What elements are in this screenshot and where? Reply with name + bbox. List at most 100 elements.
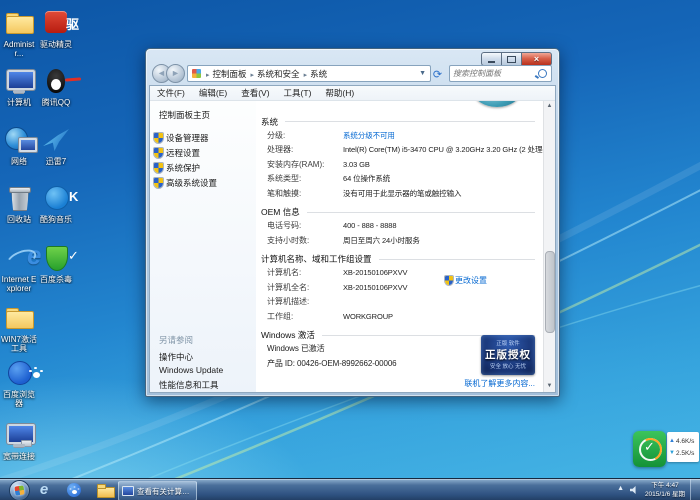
desktop-icon-label: 网络 (1, 157, 37, 166)
info-label: 计算机描述: (267, 296, 343, 307)
info-label: 笔和触摸: (267, 188, 343, 199)
sidebar-task[interactable]: 远程设置 (150, 145, 256, 160)
scrollbar[interactable]: ▲ ▼ (543, 101, 555, 392)
info-row: 工作组: WORKGROUP (261, 309, 539, 324)
section-activation: Windows 激活 Windows 已激活 产品 ID: 00426-OEM-… (261, 329, 539, 371)
refresh-icon[interactable] (430, 65, 445, 80)
info-row: 计算机名: XB-20150106PXVV (261, 266, 539, 281)
info-label: 电话号码: (267, 220, 343, 231)
sidebar-task[interactable]: 系统保护 (150, 160, 256, 175)
desktop-icon[interactable]: 回收站 (1, 183, 37, 224)
info-row: 笔和触摸: 没有可用于此显示器的笔或触控输入 (261, 186, 539, 201)
speed-widget[interactable]: ✓ ▲4.6K/s ▼2.5K/s (633, 431, 699, 467)
see-also-link[interactable]: 操作中心 (159, 351, 223, 365)
desktop-icon[interactable]: 百度浏览器 (1, 358, 37, 408)
address-bar[interactable]: 控制面板系统和安全系统 ▼ (187, 65, 431, 82)
info-row: 计算机描述: (261, 295, 539, 310)
search-input[interactable] (450, 69, 538, 78)
desktop-icon-label: 宽带连接 (1, 452, 37, 461)
desktop-icon[interactable]: 酷狗音乐 (38, 183, 74, 224)
desktop-icon-glyph (2, 183, 36, 213)
tray-clock[interactable]: 下午 4:47 2015/1/6 星期二 (642, 481, 688, 500)
show-desktop-button[interactable] (690, 479, 700, 500)
breadcrumb-item[interactable]: 控制面板 (204, 68, 249, 80)
breadcrumb-item[interactable]: 系统和安全 (249, 68, 302, 80)
tray-time: 下午 4:47 (642, 481, 688, 490)
taskbar-window-button[interactable]: 查看有关计算机的基... (118, 481, 197, 500)
taskbar-app-icon[interactable] (64, 481, 84, 499)
desktop-icon-glyph (2, 125, 36, 155)
info-label: 计算机全名: (267, 282, 343, 293)
section-title: 计算机名称、域和工作组设置 (261, 253, 539, 266)
desktop-icon[interactable]: 迅雷7 (38, 125, 74, 166)
sidebar-task[interactable]: 设备管理器 (150, 130, 256, 145)
breadcrumb-item[interactable]: 系统 (302, 68, 330, 80)
taskbar-app-icon[interactable] (34, 481, 54, 499)
tray-date: 2015/1/6 星期二 (642, 490, 688, 500)
genuine-badge: 正版 软件 正版授权 安全 放心 无忧 (481, 335, 535, 375)
address-dropdown-icon[interactable]: ▼ (417, 70, 428, 77)
menu-item[interactable]: 工具(T) (277, 87, 319, 99)
info-value: Intel(R) Core(TM) i5-3470 CPU @ 3.20GHz … (343, 144, 543, 155)
info-value: XB-20150106PXVV (343, 283, 407, 292)
control-panel-icon (192, 69, 201, 78)
content-pane: 系统 分级: 系统分级不可用 处理器: Intel(R) Core(TM) i5… (257, 101, 543, 392)
taskbar: 查看有关计算机的基... ▲ 下午 4:47 2015/1/6 星期二 (0, 478, 700, 500)
menu-item[interactable]: 帮助(H) (318, 87, 361, 99)
taskbar-app-icon[interactable] (95, 481, 115, 499)
security-check-icon[interactable]: ✓ (633, 431, 666, 467)
search-box (449, 65, 552, 82)
desktop-icon-label: 计算机 (1, 98, 37, 107)
speaker-icon[interactable] (630, 486, 639, 494)
desktop-icon-glyph (2, 420, 36, 450)
desktop-icon[interactable]: 网络 (1, 125, 37, 166)
badge-top-text: 正版 软件 (481, 339, 535, 347)
desktop-icon-glyph (2, 66, 36, 96)
scroll-down-icon[interactable]: ▼ (544, 381, 555, 392)
desktop-icon[interactable]: 驱动精灵 (38, 8, 74, 49)
desktop-icon-glyph (39, 243, 73, 273)
upload-arrow-icon: ▲ (669, 438, 675, 444)
desktop-icon[interactable]: 宽带连接 (1, 420, 37, 461)
desktop-icon-glyph (39, 66, 73, 96)
menu-item[interactable]: 编辑(E) (192, 87, 234, 99)
learn-more-link[interactable]: 联机了解更多内容... (464, 378, 535, 389)
desktop-icon-label: 百度浏览器 (1, 390, 37, 408)
see-also-header: 另请参阅 (159, 334, 223, 346)
desktop-icon[interactable]: WIN7激活工具 (1, 303, 37, 353)
info-label: 分级: (267, 130, 343, 141)
desktop-icon[interactable]: 腾讯QQ (38, 66, 74, 107)
desktop-icon[interactable]: Administr... (1, 8, 37, 58)
desktop-icon[interactable]: Internet Explorer (1, 243, 37, 293)
sidebar-task-label: 高级系统设置 (166, 177, 217, 189)
see-also-link[interactable]: Windows Update (159, 365, 223, 379)
uac-shield-icon (154, 178, 163, 188)
scrollbar-thumb[interactable] (545, 251, 555, 333)
speed-panel: ▲4.6K/s ▼2.5K/s (667, 432, 699, 462)
desktop-icon-glyph (2, 358, 36, 388)
info-value: 400 - 888 - 8888 (343, 221, 396, 230)
menu-item[interactable]: 查看(V) (234, 87, 276, 99)
desktop-icon-glyph (2, 243, 36, 273)
download-speed: 2.5K/s (676, 450, 694, 457)
menu-item[interactable]: 文件(F) (150, 87, 192, 99)
change-settings-link[interactable]: 更改设置 (445, 275, 487, 286)
sidebar-item-home[interactable]: 控制面板主页 (150, 101, 256, 121)
desktop-icon[interactable]: 计算机 (1, 66, 37, 107)
scroll-up-icon[interactable]: ▲ (544, 101, 555, 112)
info-value: 系统分级不可用 (343, 130, 395, 141)
desktop-icon[interactable]: 百度杀毒 (38, 243, 74, 284)
see-also-link[interactable]: 性能信息和工具 (159, 379, 223, 393)
sidebar-task[interactable]: 高级系统设置 (150, 175, 256, 190)
info-value: 没有可用于此显示器的笔或触控输入 (343, 188, 461, 199)
info-label: 计算机名: (267, 267, 343, 278)
hidden-icons-arrow[interactable]: ▲ (617, 485, 624, 492)
product-id: 产品 ID: 00426-OEM-8992662-00006 (267, 358, 397, 369)
breadcrumb: 控制面板系统和安全系统 (204, 68, 417, 80)
info-value: 周日至周六 24小时服务 (343, 235, 420, 246)
download-arrow-icon: ▼ (669, 450, 675, 456)
info-value: 3.03 GB (343, 160, 370, 169)
window-body: 文件(F)编辑(E)查看(V)工具(T)帮助(H) 控制面板主页 设备管理器 远… (149, 85, 556, 393)
start-button[interactable] (9, 480, 30, 500)
forward-button[interactable]: ► (166, 64, 185, 83)
